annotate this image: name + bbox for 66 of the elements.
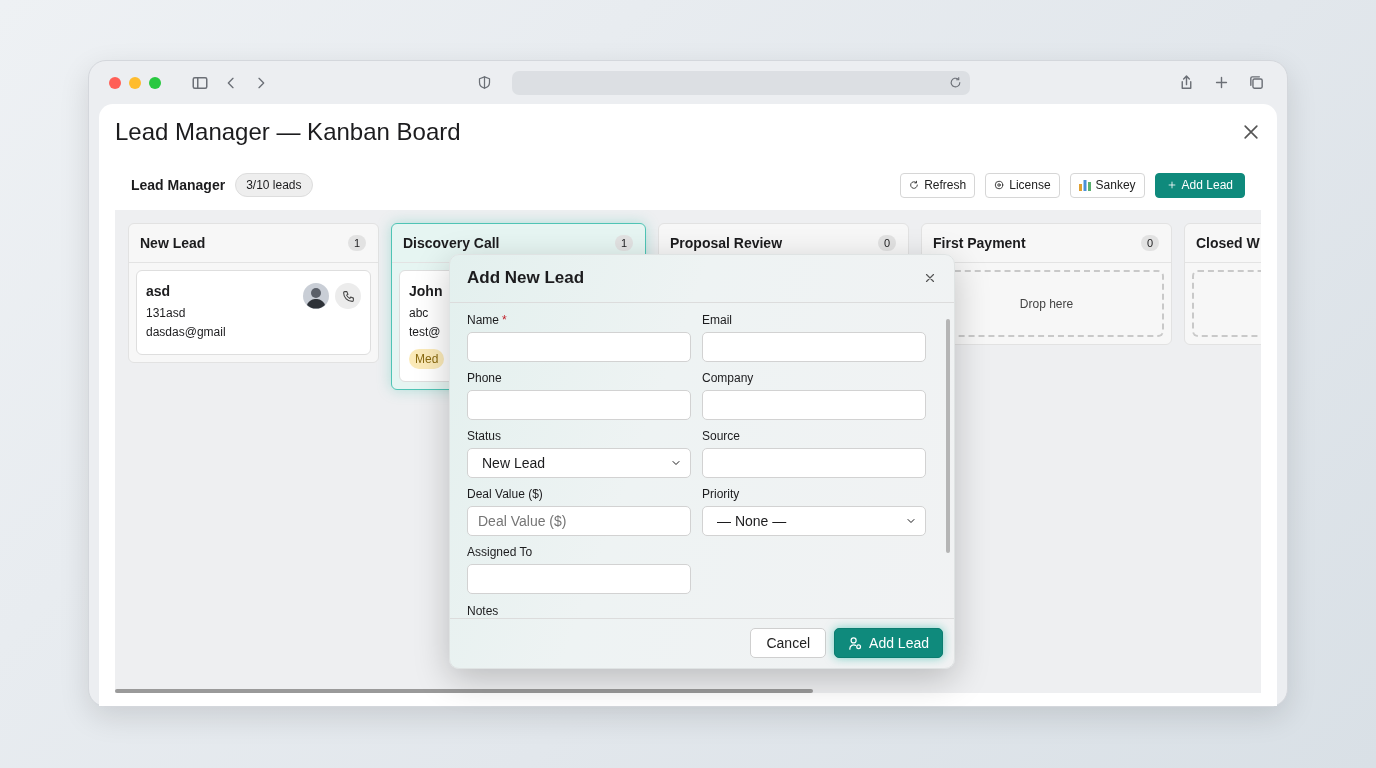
license-button[interactable]: License	[985, 172, 1060, 198]
lead-name: asd	[146, 283, 172, 299]
refresh-button[interactable]: Refresh	[900, 172, 976, 198]
drop-hint: Drop here	[1019, 296, 1074, 311]
input-field[interactable]	[467, 563, 691, 594]
lead-detail: 131asd	[146, 305, 187, 322]
column-title: First Payment	[933, 235, 1026, 251]
input-field[interactable]	[702, 447, 926, 478]
input-field[interactable]	[702, 331, 926, 362]
user-add-icon	[848, 635, 864, 651]
refresh-icon	[909, 180, 920, 190]
scrollbar[interactable]	[115, 689, 813, 693]
column-title: New Lead	[140, 235, 206, 251]
field-label: Source	[702, 428, 741, 443]
field-label: Notes	[467, 603, 500, 618]
close-icon	[1241, 122, 1261, 142]
field-label: Priority	[702, 486, 740, 501]
zoom-dot[interactable]	[149, 76, 161, 89]
column-title: Closed W	[1196, 235, 1260, 251]
count-badge: 1	[614, 235, 633, 251]
field-label: Email	[702, 312, 732, 327]
required-mark: *	[502, 312, 507, 327]
plus-icon	[1166, 180, 1177, 190]
sankey-button[interactable]: Sankey	[1069, 172, 1145, 198]
input-field[interactable]: Deal Value ($)	[467, 505, 691, 536]
field-label: Name	[467, 312, 499, 327]
reload-icon[interactable]	[949, 76, 962, 89]
input-field[interactable]	[702, 389, 926, 420]
priority-badge: Med	[409, 349, 445, 369]
close-window-dot[interactable]	[109, 76, 121, 89]
scrollbar[interactable]	[946, 318, 950, 553]
add-button[interactable]: Add Lead	[1154, 172, 1245, 198]
cancel-button[interactable]: Cancel	[750, 628, 827, 659]
call-button[interactable]	[335, 283, 361, 309]
input-field[interactable]	[467, 389, 691, 420]
field-label: Company	[702, 370, 754, 385]
close-button[interactable]	[1241, 122, 1261, 142]
lead-detail: dasdas@gmail	[146, 324, 226, 341]
bar-chart-icon	[1078, 179, 1091, 191]
select-field[interactable]: New Lead	[467, 447, 691, 478]
lead-detail: abc	[409, 305, 430, 322]
lead-card[interactable]: asd 131asd dasdas@gmail	[136, 270, 371, 355]
input-field[interactable]	[467, 331, 691, 362]
count-badge: 0	[877, 235, 896, 251]
minimize-dot[interactable]	[129, 76, 141, 89]
lead-count: 3/10 leads	[235, 173, 313, 197]
count-badge: 1	[347, 235, 366, 251]
new-tab-icon[interactable]	[1213, 74, 1230, 91]
lead-detail: test@	[409, 324, 442, 341]
add-lead-button[interactable]: Add Lead	[834, 628, 943, 659]
tabs-icon[interactable]	[1248, 74, 1265, 91]
column-title: Proposal Review	[670, 235, 783, 251]
column-title: Discovery Call	[403, 235, 500, 251]
field-label: Deal Value ($)	[467, 486, 543, 501]
field-label: Phone	[467, 370, 502, 385]
field-label: Assigned To	[467, 544, 533, 559]
page-title: Lead Manager — Kanban Board	[115, 118, 461, 146]
lead-name: John	[409, 283, 444, 299]
circle-icon	[994, 180, 1005, 190]
app-name: Lead Manager	[131, 177, 226, 193]
phone-icon	[341, 289, 355, 303]
count-badge: 0	[1140, 235, 1159, 251]
field-label: Status	[467, 428, 502, 443]
dialog-title: Add New Lead	[467, 268, 585, 289]
select-field[interactable]: — None —	[702, 505, 926, 536]
shield-icon	[477, 75, 492, 90]
